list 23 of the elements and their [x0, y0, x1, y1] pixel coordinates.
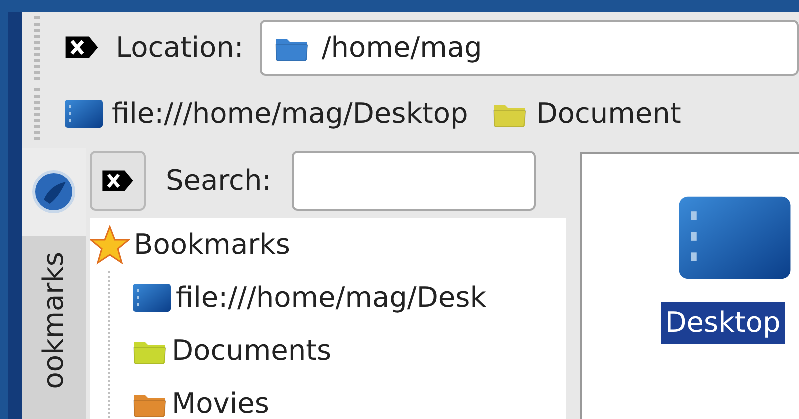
toolbar-grip[interactable]	[34, 88, 40, 140]
bookmark-toolbar-item[interactable]: file:///home/mag/Desktop	[64, 93, 468, 135]
clear-icon	[64, 35, 100, 61]
desktop-icon	[64, 99, 104, 129]
globe-icon	[32, 170, 76, 214]
desktop-icon	[132, 282, 172, 312]
toolbar-grip[interactable]	[34, 16, 40, 80]
clear-icon	[101, 169, 135, 193]
tree-item[interactable]: Movies	[110, 377, 566, 419]
tree-item[interactable]: Documents	[110, 324, 566, 377]
search-field[interactable]	[292, 151, 536, 211]
file-label[interactable]: Desktop	[661, 302, 785, 344]
bookmark-toolbar-item[interactable]: Document	[492, 93, 682, 135]
search-label: Search:	[166, 163, 272, 199]
clear-location-button[interactable]	[64, 35, 100, 61]
tree-item[interactable]: file:///home/mag/Desk	[110, 271, 566, 324]
tree-item[interactable]: Bookmarks	[90, 218, 566, 271]
location-label: Location:	[116, 30, 244, 66]
star-icon	[90, 224, 130, 264]
location-field[interactable]: /home/mag	[260, 20, 799, 76]
clear-search-button[interactable]	[90, 151, 146, 211]
sidebar-tab[interactable]: ookmarks	[22, 236, 86, 419]
sidebar-tab[interactable]	[22, 148, 86, 236]
